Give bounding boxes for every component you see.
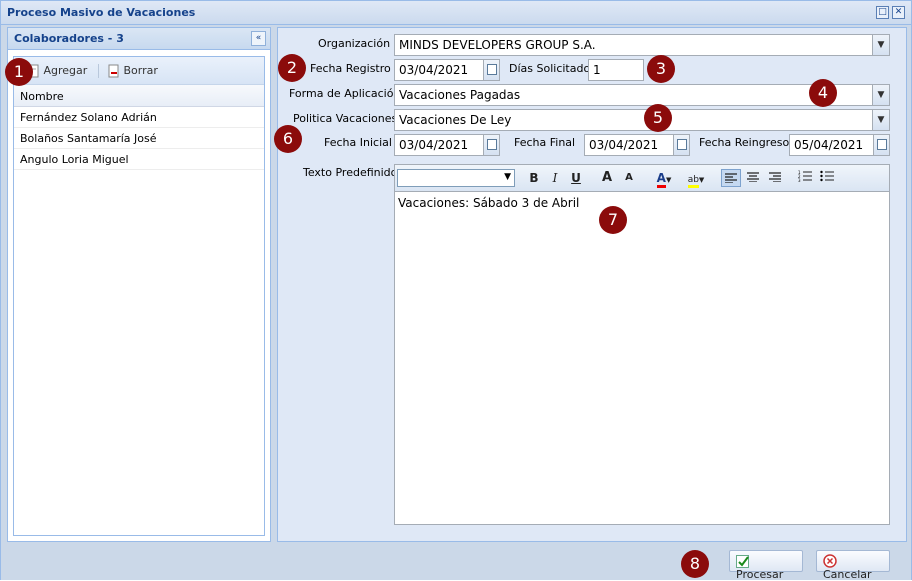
politica-combo[interactable]: Vacaciones De Ley xyxy=(394,109,890,131)
toolbar-separator xyxy=(98,64,99,78)
fecha-inicial-label: Fecha Inicial xyxy=(324,136,392,149)
add-button[interactable]: Agregar xyxy=(28,64,87,78)
form-panel: Organización MINDS DEVELOPERS GROUP S.A.… xyxy=(277,27,907,542)
colaboradores-panel: Colaboradores - 3 « Agregar Borrar Nombr… xyxy=(7,27,271,542)
forma-aplicacion-label: Forma de Aplicación xyxy=(289,87,401,100)
chevron-down-icon[interactable]: ▼ xyxy=(872,110,889,130)
title-bar[interactable]: Proceso Masivo de Vacaciones □ ✕ xyxy=(1,1,911,25)
annotation-badge-7: 7 xyxy=(599,206,627,234)
align-right-button[interactable] xyxy=(765,169,785,187)
grid-header-nombre[interactable]: Nombre xyxy=(14,85,264,107)
annotation-badge-1: 1 xyxy=(5,58,33,86)
fecha-registro-label: Fecha Registro xyxy=(310,62,391,75)
annotation-badge-6: 6 xyxy=(274,125,302,153)
ordered-list-button[interactable]: 123 xyxy=(795,169,815,187)
procesar-button[interactable]: Procesar xyxy=(729,550,803,581)
calendar-icon[interactable] xyxy=(483,60,499,80)
calendar-icon[interactable] xyxy=(483,135,499,155)
dias-solicitados-label: Días Solicitados xyxy=(509,62,596,75)
colaboradores-list: Agregar Borrar Nombre Fernández Solano A… xyxy=(13,56,265,536)
check-icon xyxy=(736,554,749,568)
delete-icon xyxy=(108,64,119,78)
add-label: Agregar xyxy=(43,64,88,77)
delete-button[interactable]: Borrar xyxy=(108,64,158,78)
calendar-icon[interactable] xyxy=(873,135,889,155)
colaboradores-header: Colaboradores - 3 « xyxy=(8,28,270,50)
procesar-label: Procesar xyxy=(736,567,784,581)
table-row[interactable]: Angulo Loria Miguel xyxy=(14,149,264,170)
fecha-reingreso-value: 05/04/2021 xyxy=(794,138,864,152)
dialog-footer: Procesar Cancelar xyxy=(1,546,911,581)
organizacion-label: Organización xyxy=(318,37,391,50)
align-center-icon xyxy=(747,172,759,183)
shrink-font-button[interactable]: A xyxy=(619,169,639,187)
fecha-reingreso-label: Fecha Reingreso xyxy=(699,136,790,149)
cancelar-button[interactable]: Cancelar xyxy=(816,550,890,581)
highlight-icon: ab xyxy=(687,175,699,188)
chevron-down-icon: ▼ xyxy=(698,176,705,184)
calendar-icon[interactable] xyxy=(673,135,689,155)
unordered-list-icon xyxy=(820,170,834,182)
chevron-down-icon[interactable]: ▼ xyxy=(872,85,889,105)
svg-text:3: 3 xyxy=(798,178,801,182)
highlight-button[interactable]: ab▼ xyxy=(683,169,709,188)
font-color-icon: A xyxy=(656,171,666,188)
close-icon[interactable]: ✕ xyxy=(892,6,905,19)
organizacion-value: MINDS DEVELOPERS GROUP S.A. xyxy=(399,38,596,52)
fecha-registro-value: 03/04/2021 xyxy=(399,63,469,77)
align-left-icon xyxy=(725,173,737,184)
align-left-button[interactable] xyxy=(721,169,741,187)
table-row[interactable]: Bolaños Santamaría José xyxy=(14,128,264,149)
cancel-icon xyxy=(823,554,837,568)
texto-predefinido-label: Texto Predefinido xyxy=(303,166,398,179)
chevron-down-icon: ▼ xyxy=(665,176,672,184)
align-center-button[interactable] xyxy=(743,169,763,187)
politica-value: Vacaciones De Ley xyxy=(399,113,512,127)
fecha-final-value: 03/04/2021 xyxy=(589,138,659,152)
annotation-badge-8: 8 xyxy=(681,550,709,578)
underline-button[interactable]: U xyxy=(567,169,585,187)
font-select[interactable]: ▼ xyxy=(397,169,515,187)
font-color-button[interactable]: A▼ xyxy=(651,169,677,188)
align-right-icon xyxy=(769,172,781,183)
bold-button[interactable]: B xyxy=(525,169,543,187)
annotation-badge-4: 4 xyxy=(809,79,837,107)
fecha-final-label: Fecha Final xyxy=(514,136,576,149)
annotation-badge-2: 2 xyxy=(278,54,306,82)
chevron-down-icon: ▼ xyxy=(504,172,511,182)
dias-solicitados-field[interactable]: 1 xyxy=(588,59,644,81)
chevron-down-icon[interactable]: ▼ xyxy=(872,35,889,55)
annotation-badge-3: 3 xyxy=(647,55,675,83)
forma-aplicacion-value: Vacaciones Pagadas xyxy=(399,88,521,102)
table-row[interactable]: Fernández Solano Adrián xyxy=(14,107,264,128)
window-title: Proceso Masivo de Vacaciones xyxy=(7,6,196,19)
politica-label: Politica Vacaciones xyxy=(293,112,398,125)
editor-toolbar: ▼ B I U A A A▼ ab▼ 123 xyxy=(394,164,890,191)
grow-font-button[interactable]: A xyxy=(597,169,617,187)
ordered-list-icon: 123 xyxy=(798,170,812,183)
editor-content: Vacaciones: Sábado 3 de Abril xyxy=(398,196,580,210)
delete-label: Borrar xyxy=(123,64,158,77)
dias-solicitados-value: 1 xyxy=(593,63,601,77)
texto-editor[interactable]: Vacaciones: Sábado 3 de Abril xyxy=(394,191,890,525)
collapse-icon[interactable]: « xyxy=(251,31,266,46)
fecha-inicial-value: 03/04/2021 xyxy=(399,138,469,152)
organizacion-combo[interactable]: MINDS DEVELOPERS GROUP S.A. xyxy=(394,34,890,56)
dialog-window: Proceso Masivo de Vacaciones □ ✕ Colabor… xyxy=(0,0,912,581)
italic-button[interactable]: I xyxy=(546,169,564,187)
cancelar-label: Cancelar xyxy=(823,568,872,581)
colaboradores-toolbar: Agregar Borrar xyxy=(14,57,264,85)
annotation-badge-5: 5 xyxy=(644,104,672,132)
unordered-list-button[interactable] xyxy=(817,169,837,187)
colaboradores-title: Colaboradores - 3 xyxy=(14,32,124,45)
maximize-icon[interactable]: □ xyxy=(876,6,889,19)
